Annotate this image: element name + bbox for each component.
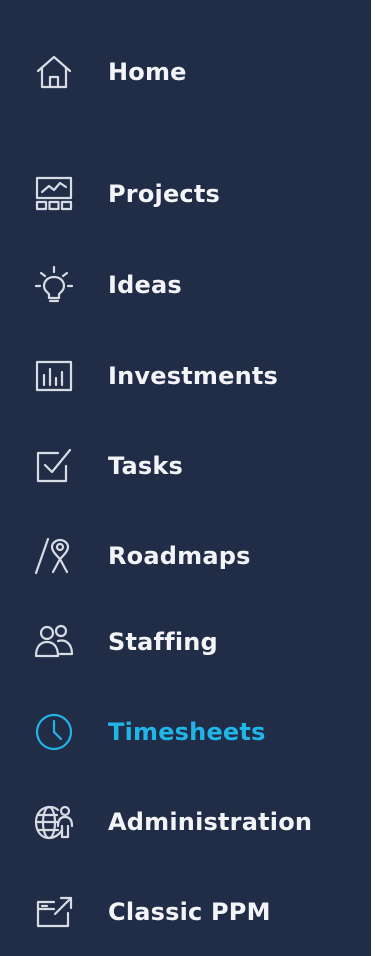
nav-item-home[interactable]: Home bbox=[0, 36, 371, 108]
nav-label-staffing: Staffing bbox=[108, 628, 218, 656]
roadmap-pin-icon bbox=[34, 536, 74, 576]
checkbox-icon bbox=[34, 446, 74, 486]
nav-label-timesheets: Timesheets bbox=[108, 718, 266, 746]
nav-label-ideas: Ideas bbox=[108, 271, 182, 299]
nav-label-classic-ppm: Classic PPM bbox=[108, 898, 271, 926]
globe-person-icon bbox=[34, 802, 74, 842]
bar-chart-icon bbox=[34, 356, 74, 396]
nav-item-tasks[interactable]: Tasks bbox=[0, 430, 371, 502]
side-navigation: Home Projects Ideas Investments Tasks Ro… bbox=[0, 0, 375, 956]
external-window-icon bbox=[34, 892, 74, 932]
nav-item-ideas[interactable]: Ideas bbox=[0, 249, 371, 321]
nav-item-classic-ppm[interactable]: Classic PPM bbox=[0, 876, 371, 948]
clock-icon bbox=[34, 712, 74, 752]
nav-item-staffing[interactable]: Staffing bbox=[0, 606, 371, 678]
home-icon bbox=[34, 52, 74, 92]
nav-label-home: Home bbox=[108, 58, 187, 86]
people-icon bbox=[34, 622, 74, 662]
nav-item-timesheets[interactable]: Timesheets bbox=[0, 696, 371, 768]
nav-label-investments: Investments bbox=[108, 362, 279, 390]
nav-item-administration[interactable]: Administration bbox=[0, 786, 371, 858]
nav-label-projects: Projects bbox=[108, 180, 221, 208]
nav-item-investments[interactable]: Investments bbox=[0, 340, 371, 412]
lightbulb-icon bbox=[34, 265, 74, 305]
nav-item-projects[interactable]: Projects bbox=[0, 158, 371, 230]
projects-icon bbox=[34, 174, 74, 214]
nav-label-roadmaps: Roadmaps bbox=[108, 542, 251, 570]
nav-label-administration: Administration bbox=[108, 808, 313, 836]
nav-item-roadmaps[interactable]: Roadmaps bbox=[0, 520, 371, 592]
nav-label-tasks: Tasks bbox=[108, 452, 184, 480]
